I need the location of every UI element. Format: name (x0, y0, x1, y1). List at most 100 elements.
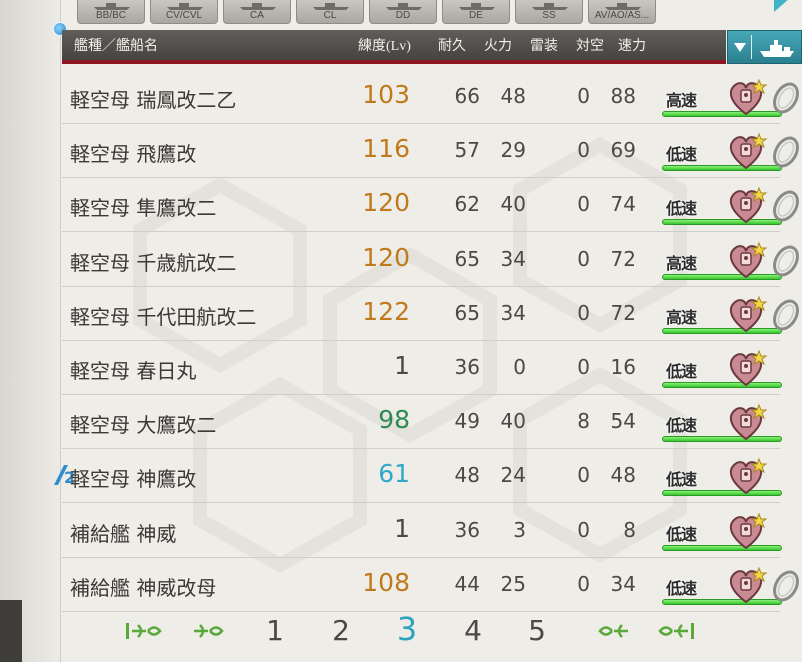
ship-name: 軽空母 隼鷹改二 (70, 196, 217, 221)
divider (751, 35, 752, 59)
first-page-icon[interactable] (124, 620, 172, 642)
ship-hp: 57 (454, 138, 480, 163)
ship-aa: 69 (610, 138, 636, 163)
ship-torpedo: 0 (577, 463, 590, 488)
tab-label: CV/CVL (165, 10, 203, 21)
prev-page-icon[interactable] (190, 620, 238, 642)
ship-aa: 72 (610, 300, 636, 325)
tab-scroll-arrow-icon[interactable] (774, 0, 790, 12)
ship-sort-icon (760, 40, 794, 57)
ship-row[interactable]: 補給艦 神威改母 108 44 25 0 34 低速 (62, 558, 799, 612)
ship-firepower: 25 (500, 571, 526, 596)
speed-badge: 低速 (666, 358, 716, 381)
speed-label: 低速 (666, 416, 697, 436)
left-frame-shadow (0, 600, 22, 662)
tab-ship-type[interactable]: SS (515, 0, 583, 24)
header-hp[interactable]: 耐久 (438, 35, 466, 55)
carrier-silhouette-icon (167, 3, 203, 10)
wedding-ring-icon (773, 245, 799, 277)
ship-firepower: 24 (500, 463, 526, 488)
tab-label: DD (395, 10, 411, 21)
pagination: 1 2 3 4 5 (62, 606, 762, 656)
speed-badge: 低速 (666, 575, 716, 598)
last-page-icon[interactable] (648, 620, 696, 642)
ship-level: 120 (362, 242, 410, 272)
tab-ship-type[interactable]: CA (223, 0, 291, 24)
ship-hp: 36 (454, 517, 480, 542)
ship-firepower: 29 (500, 138, 526, 163)
tab-label: CA (250, 10, 264, 21)
ship-hp: 65 (454, 300, 480, 325)
ship-level: 61 (378, 459, 410, 489)
ship-list-screen: BB/BC CV/CVL CA CL DD DE SS AV/AO/AS... 艦種／艦船名 … (0, 0, 802, 662)
page-number[interactable]: 2 (326, 614, 356, 647)
ship-row[interactable]: 軽空母 春日丸 1 36 0 0 16 低速 (62, 341, 782, 395)
tab-label: CL (323, 10, 337, 21)
page-number[interactable]: 3 (392, 610, 422, 648)
ship-aa: 48 (610, 463, 636, 488)
header-name: 艦種／艦船名 (74, 39, 158, 54)
ship-row[interactable]: 軽空母 千歳航改二 120 65 34 0 72 高速 (62, 233, 799, 287)
header-speed[interactable]: 速力 (618, 35, 646, 55)
tab-ship-type[interactable]: AV/AO/AS... (588, 0, 656, 24)
tab-ship-type[interactable]: DE (442, 0, 510, 24)
dropdown-arrow-icon (734, 43, 746, 52)
ship-row[interactable]: 軽空母 大鷹改二 98 49 40 8 54 低速 (62, 395, 782, 450)
speed-label: 低速 (666, 145, 697, 165)
ship-level: 98 (378, 405, 410, 435)
speed-badge: 低速 (666, 521, 716, 544)
page-number[interactable]: 5 (522, 614, 552, 647)
ship-row[interactable]: 軽空母 隼鷹改二 120 62 40 0 74 低速 (62, 178, 799, 233)
page-number[interactable]: 4 (458, 614, 488, 647)
ship-row[interactable]: 2 軽空母 神鷹改 61 48 24 0 48 低速 (54, 449, 782, 504)
ship-row[interactable]: 軽空母 瑞鳳改二乙 103 66 48 0 88 高速 (62, 70, 799, 124)
ship-aa: 54 (610, 409, 636, 434)
ship-aa: 8 (623, 517, 636, 542)
ship-name: 補給艦 神威改母 (70, 575, 217, 600)
next-page-icon[interactable] (584, 620, 632, 642)
ship-level: 108 (362, 567, 410, 597)
header-firepower[interactable]: 火力 (484, 35, 512, 55)
speed-label: 高速 (666, 253, 697, 273)
tab-ship-type[interactable]: CV/CVL (150, 0, 218, 24)
ship-name: 軽空母 千歳航改二 (70, 250, 237, 275)
speed-label: 低速 (666, 578, 697, 598)
ship-row[interactable]: 補給艦 神威 1 36 3 0 8 低速 (62, 504, 782, 558)
heart-lock-icon[interactable] (726, 347, 770, 389)
ship-level: 120 (362, 188, 410, 218)
ship-torpedo: 0 (577, 138, 590, 163)
speed-label: 低速 (666, 199, 697, 219)
ship-row[interactable]: 軽空母 千代田航改二 122 65 34 0 72 高速 (62, 287, 799, 341)
ship-hp: 36 (454, 355, 480, 379)
tab-ship-type[interactable]: DD (369, 0, 437, 24)
tab-label: SS (542, 10, 556, 21)
light-cruiser-silhouette-icon (313, 3, 349, 10)
ship-name: 軽空母 瑞鳳改二乙 (70, 88, 237, 112)
tab-ship-type[interactable]: CL (296, 0, 364, 24)
ship-firepower: 34 (500, 246, 526, 271)
header-aa[interactable]: 対空 (576, 35, 604, 55)
ship-level: 1 (394, 513, 410, 543)
heart-lock-icon[interactable] (726, 401, 770, 443)
ship-firepower: 3 (513, 517, 526, 542)
heart-lock-icon[interactable] (726, 455, 770, 497)
page-number[interactable]: 1 (260, 614, 290, 647)
heavy-cruiser-silhouette-icon (240, 3, 276, 10)
ship-torpedo: 8 (577, 409, 590, 434)
heart-lock-icon[interactable] (726, 510, 770, 552)
tab-label: AV/AO/AS... (594, 10, 650, 21)
header-level[interactable]: 練度(Lv) (358, 35, 411, 55)
ship-name: 軽空母 千代田航改二 (70, 304, 257, 329)
ship-torpedo: 0 (577, 300, 590, 325)
auxiliary-silhouette-icon (605, 3, 641, 10)
sort-toggle-button[interactable] (727, 30, 802, 64)
wedding-ring-icon (773, 190, 799, 222)
ship-row[interactable]: 軽空母 飛鷹改 116 57 29 0 69 低速 (62, 124, 799, 179)
speed-badge: 低速 (666, 412, 716, 435)
speed-label: 高速 (666, 307, 697, 327)
ship-hp: 44 (454, 571, 480, 596)
ship-torpedo: 0 (577, 355, 590, 379)
escort-silhouette-icon (459, 3, 495, 10)
header-torpedo[interactable]: 雷装 (530, 35, 558, 55)
tab-ship-type[interactable]: BB/BC (77, 0, 145, 24)
